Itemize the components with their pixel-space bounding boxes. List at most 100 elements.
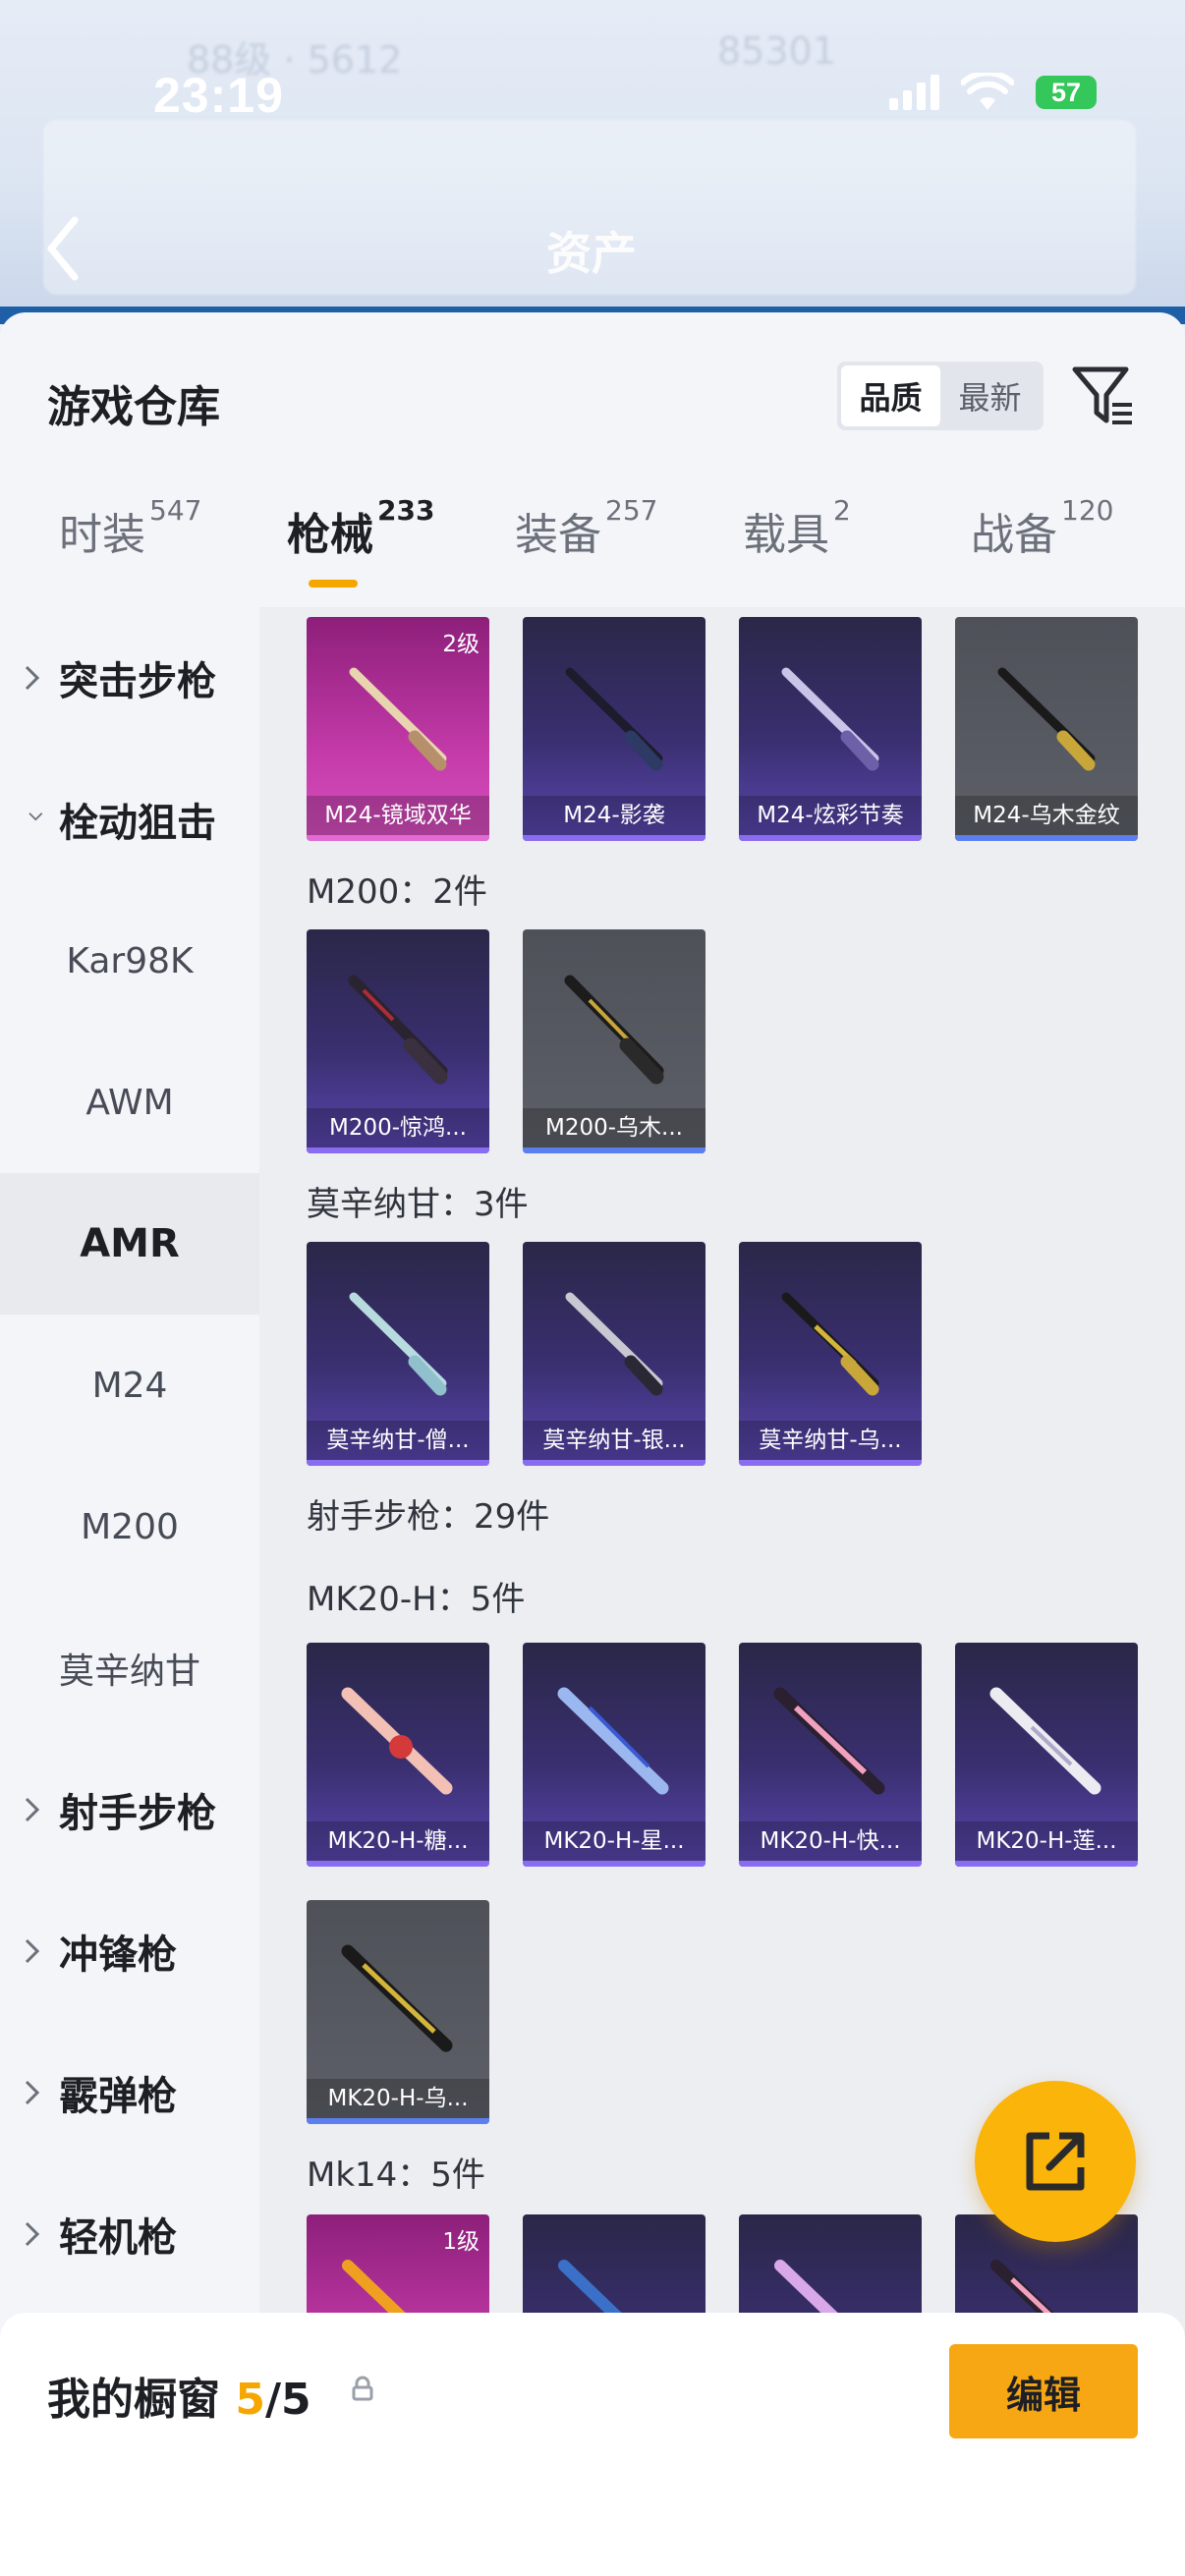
sheet-title: 游戏仓库 — [47, 382, 220, 432]
rarity-bar — [955, 835, 1138, 841]
sniper-rifle-icon — [348, 975, 448, 1085]
card-label: M24-影袭 — [523, 796, 705, 835]
tab-label: 装备 — [515, 510, 601, 560]
sidebar-item-m200[interactable]: M200 — [0, 1456, 259, 1597]
back-arrow-icon[interactable] — [43, 214, 83, 283]
rarity-bar — [523, 1861, 705, 1867]
sidebar-item-dmr[interactable]: 射手步枪 — [0, 1739, 259, 1880]
weapon-card[interactable]: M24-影袭 — [523, 617, 705, 841]
chevron-right-icon — [25, 2221, 40, 2247]
sniper-rifle-icon — [565, 667, 663, 771]
chevron-right-icon — [25, 2080, 40, 2105]
blurred-score: 85301 — [717, 29, 836, 73]
weapon-card[interactable]: MK20-H-糖... — [307, 1643, 489, 1867]
rarity-bar — [955, 1861, 1138, 1867]
showcase-title: 我的橱窗 — [47, 2375, 220, 2425]
active-tab-indicator — [309, 580, 358, 588]
rarity-bar — [307, 1460, 489, 1466]
status-icons: 57 — [889, 70, 1097, 112]
sniper-rifle-icon — [781, 1292, 879, 1396]
chevron-right-icon — [25, 1938, 40, 1964]
weapon-card[interactable]: MK20-H-星... — [523, 1643, 705, 1867]
sidebar-item-mosin[interactable]: 莫辛纳甘 — [0, 1597, 259, 1739]
card-label: 莫辛纳甘-僧... — [307, 1421, 489, 1460]
chevron-right-icon — [25, 665, 40, 691]
sidebar-item-label: 射手步枪 — [59, 1791, 216, 1836]
sort-quality-button[interactable]: 品质 — [841, 365, 940, 426]
weapon-grid: 2级 M24-镜域双华 M24-影袭 M24-炫彩节奏 M24-乌木金纹 M20… — [259, 607, 1185, 2576]
card-label: M24-乌木金纹 — [955, 796, 1138, 835]
sidebar-item-amr[interactable]: AMR — [0, 1173, 259, 1315]
group-title-mk14: Mk14：5件 — [307, 2156, 485, 2195]
weapon-card[interactable]: MK20-H-乌... — [307, 1900, 489, 2124]
rifle-icon — [341, 1944, 453, 2052]
weapon-card[interactable]: MK20-H-莲... — [955, 1643, 1138, 1867]
card-label: M24-镜域双华 — [307, 796, 489, 835]
tab-label: 载具 — [743, 510, 829, 560]
rarity-bar — [307, 2118, 489, 2124]
tab-label: 战备 — [971, 510, 1057, 560]
lock-icon — [352, 2376, 373, 2401]
sidebar-item-label: 轻机枪 — [59, 2215, 177, 2261]
showcase-label: 我的橱窗 5/5 — [47, 2364, 311, 2427]
signal-icon — [889, 75, 939, 110]
weapon-card[interactable]: M24-乌木金纹 — [955, 617, 1138, 841]
tab-count: 2 — [833, 494, 851, 528]
showcase-bar: 我的橱窗 5/5 编辑 — [0, 2313, 1185, 2576]
sidebar-item-lmg[interactable]: 轻机枪 — [0, 2163, 259, 2305]
sidebar-item-smg[interactable]: 冲锋枪 — [0, 1880, 259, 2022]
weapon-card[interactable]: 莫辛纳甘-乌... — [739, 1242, 922, 1466]
weapon-card[interactable]: MK20-H-快... — [739, 1643, 922, 1867]
group-title-m200: M200：2件 — [307, 872, 487, 912]
rarity-bar — [523, 835, 705, 841]
rifle-icon — [989, 1687, 1101, 1795]
tab-equipment[interactable]: 装备 257 — [515, 494, 657, 562]
sidebar-item-awm[interactable]: AWM — [0, 1032, 259, 1173]
tab-supplies[interactable]: 战备 120 — [971, 494, 1113, 562]
card-label: M24-炫彩节奏 — [739, 796, 922, 835]
sidebar-item-assault-rifles[interactable]: 突击步枪 — [0, 607, 259, 749]
filter-icon[interactable] — [1069, 362, 1136, 430]
sidebar-item-kar98k[interactable]: Kar98K — [0, 890, 259, 1032]
weapon-card[interactable]: M200-乌木... — [523, 929, 705, 1153]
card-label: MK20-H-星... — [523, 1821, 705, 1861]
page-title: 资产 — [546, 227, 637, 280]
card-label: MK20-H-快... — [739, 1821, 922, 1861]
rifle-icon — [341, 1687, 453, 1795]
sidebar-item-shotgun[interactable]: 霰弹枪 — [0, 2022, 259, 2163]
tab-count: 257 — [605, 494, 658, 528]
sidebar-item-m24[interactable]: M24 — [0, 1315, 259, 1456]
weapon-card[interactable]: 2级 M24-镜域双华 — [307, 617, 489, 841]
tab-count: 547 — [149, 494, 202, 528]
tab-outfits[interactable]: 时装 547 — [59, 494, 201, 562]
warehouse-sheet: 游戏仓库 品质 最新 时装 547 枪械 233 装备 257 载具 2 战备 120 突… — [0, 312, 1185, 2576]
card-label: 莫辛纳甘-乌... — [739, 1421, 922, 1460]
tab-firearms[interactable]: 枪械 233 — [287, 494, 434, 562]
rarity-bar — [739, 1460, 922, 1466]
rifle-icon — [773, 1687, 885, 1795]
category-tabs: 时装 547 枪械 233 装备 257 载具 2 战备 120 — [0, 494, 1185, 597]
rarity-bar — [523, 1148, 705, 1153]
share-button[interactable] — [975, 2081, 1136, 2242]
tab-vehicles[interactable]: 载具 2 — [743, 494, 851, 562]
external-link-icon — [1026, 2132, 1085, 2191]
edit-button[interactable]: 编辑 — [949, 2344, 1138, 2438]
group-title-dmr: 射手步枪：29件 — [307, 1497, 550, 1537]
sort-newest-button[interactable]: 最新 — [940, 365, 1040, 426]
weapon-card[interactable]: M200-惊鸿... — [307, 929, 489, 1153]
weapon-card[interactable]: M24-炫彩节奏 — [739, 617, 922, 841]
weapon-card[interactable]: 莫辛纳甘-银... — [523, 1242, 705, 1466]
card-label: MK20-H-莲... — [955, 1821, 1138, 1861]
sniper-rifle-icon — [564, 975, 664, 1085]
rarity-bar — [307, 1148, 489, 1153]
weapon-type-sidebar: 突击步枪 栓动狙击 Kar98K AWM AMR M24 M200 莫辛纳甘 射… — [0, 607, 259, 2576]
battery-icon: 57 — [1036, 76, 1097, 109]
rarity-bar — [307, 835, 489, 841]
tab-count: 233 — [377, 494, 435, 528]
sidebar-item-bolt-action[interactable]: 栓动狙击 — [0, 749, 259, 890]
showcase-total: /5 — [264, 2375, 311, 2425]
group-title-mosin: 莫辛纳甘：3件 — [307, 1185, 529, 1224]
sniper-rifle-icon — [997, 667, 1096, 771]
weapon-card[interactable]: 莫辛纳甘-僧... — [307, 1242, 489, 1466]
status-time: 23:19 — [153, 68, 284, 123]
